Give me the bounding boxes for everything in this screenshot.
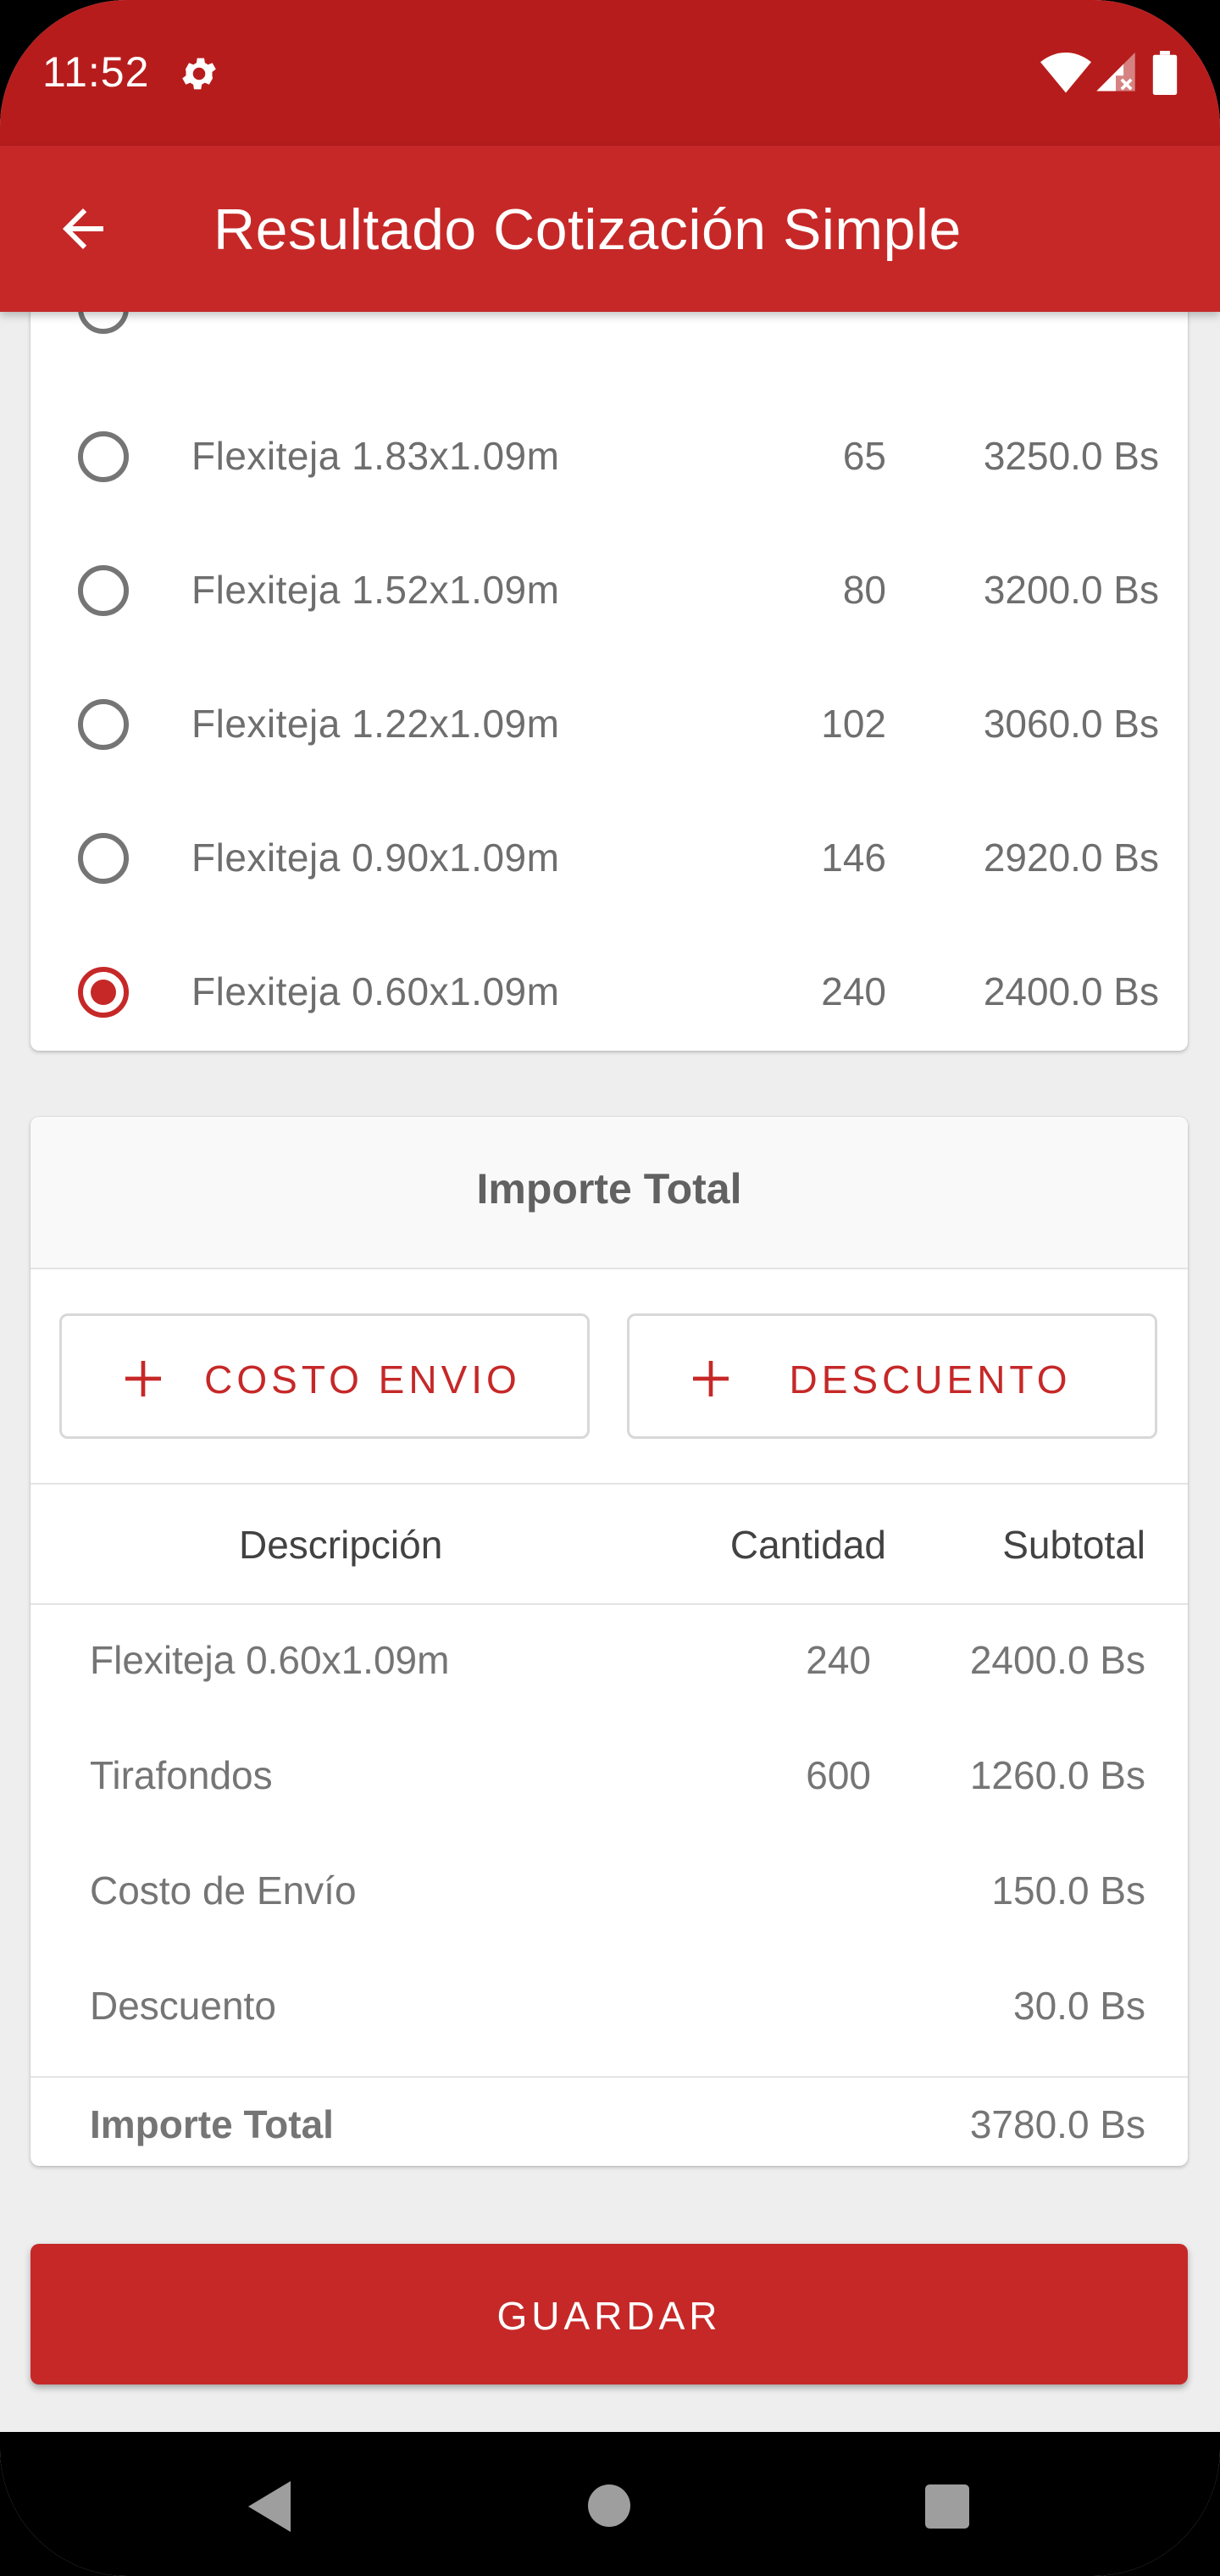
option-quantity: 102 [821, 702, 886, 746]
row-description: Tirafondos [90, 1753, 273, 1797]
option-price: 3060.0 Bs [983, 702, 1159, 746]
row-subtotal: 150.0 Bs [991, 1868, 1145, 1913]
total-card-title: Importe Total [476, 1165, 742, 1213]
save-button-label: GUARDAR [496, 2294, 722, 2338]
radio-button[interactable] [78, 565, 129, 616]
option-quantity: 146 [821, 836, 886, 880]
option-name: Flexiteja 1.22x1.09m [191, 702, 560, 746]
add-discount-button[interactable]: DESCUENTO [627, 1313, 1157, 1439]
device-screen: 11:52 Resultado Cotización Simple Flexit… [0, 0, 1220, 2576]
column-header-subtotal: Subtotal [1002, 1523, 1145, 1567]
add-shipping-label: COSTO ENVIO [204, 1357, 521, 1402]
option-price: 2920.0 Bs [983, 836, 1159, 880]
radio-button[interactable] [78, 833, 129, 884]
option-quantity: 65 [842, 434, 886, 478]
table-header: Descripción Cantidad Subtotal [30, 1483, 1188, 1605]
arrow-back-icon[interactable] [49, 198, 117, 259]
radio-button[interactable] [78, 312, 129, 334]
page-title: Resultado Cotización Simple [214, 197, 962, 262]
status-bar: 11:52 [0, 0, 1220, 146]
radio-button[interactable] [78, 699, 129, 750]
option-name: Flexiteja 1.83x1.09m [191, 434, 560, 478]
save-button[interactable]: GUARDAR [30, 2244, 1188, 2384]
column-header-quantity: Cantidad [729, 1523, 886, 1567]
add-shipping-button[interactable]: COSTO ENVIO [59, 1313, 590, 1439]
scroll-content[interactable]: Flexiteja 1.83x1.09m 65 3250.0 Bs Flexit… [0, 312, 1220, 2432]
table-row: Costo de Envío 150.0 Bs [30, 1832, 1188, 1947]
row-description: Descuento [90, 1984, 276, 2028]
table-row: Flexiteja 0.60x1.09m 240 2400.0 Bs [30, 1602, 1188, 1717]
settings-icon [182, 58, 216, 90]
option-name: Flexiteja 1.52x1.09m [191, 568, 560, 612]
option-name: Flexiteja 0.90x1.09m [191, 836, 560, 880]
status-time: 11:52 [42, 48, 150, 96]
table-row: Descuento 30.0 Bs [30, 1947, 1188, 2062]
row-subtotal: 30.0 Bs [1013, 1984, 1145, 2028]
option-quantity: 80 [842, 568, 886, 612]
app-bar: Resultado Cotización Simple [0, 146, 1220, 312]
total-label: Importe Total [90, 2102, 334, 2146]
wifi-icon [1040, 53, 1091, 93]
signal-icon [1096, 53, 1135, 92]
row-quantity: 600 [806, 1753, 871, 1797]
total-card: Importe Total COSTO ENVIO DESCUENTO Desc… [30, 1117, 1188, 2166]
option-price: 2400.0 Bs [983, 969, 1159, 1013]
row-description: Costo de Envío [90, 1868, 357, 1913]
row-quantity: 240 [806, 1638, 871, 1682]
total-row: Importe Total 3780.0 Bs [30, 2076, 1188, 2166]
option-row[interactable]: Flexiteja 1.22x1.09m 102 3060.0 Bs [30, 660, 1188, 794]
option-quantity: 240 [821, 969, 886, 1013]
total-value: 3780.0 Bs [969, 2102, 1145, 2146]
option-price: 3250.0 Bs [983, 434, 1159, 478]
option-row[interactable]: Flexiteja 1.83x1.09m 65 3250.0 Bs [30, 392, 1188, 526]
option-row[interactable]: Flexiteja 1.52x1.09m 80 3200.0 Bs [30, 526, 1188, 660]
battery-icon [1152, 51, 1178, 95]
row-subtotal: 1260.0 Bs [969, 1753, 1145, 1797]
option-row-selected[interactable]: Flexiteja 0.60x1.09m 240 2400.0 Bs [30, 928, 1188, 1051]
option-name: Flexiteja 0.60x1.09m [191, 969, 560, 1013]
radio-button[interactable] [78, 431, 129, 482]
options-card: Flexiteja 1.83x1.09m 65 3250.0 Bs Flexit… [30, 312, 1188, 1051]
nav-back-icon[interactable] [247, 2481, 291, 2532]
nav-home-icon[interactable] [588, 2484, 630, 2527]
option-row-partial [30, 312, 1188, 378]
row-description: Flexiteja 0.60x1.09m [90, 1638, 450, 1682]
row-subtotal: 2400.0 Bs [969, 1638, 1145, 1682]
column-header-description: Descripción [239, 1523, 443, 1567]
add-discount-label: DESCUENTO [789, 1357, 1072, 1402]
navigation-bar [0, 2432, 1220, 2576]
table-row: Tirafondos 600 1260.0 Bs [30, 1717, 1188, 1832]
option-row[interactable]: Flexiteja 0.90x1.09m 146 2920.0 Bs [30, 794, 1188, 928]
total-card-header: Importe Total [30, 1117, 1188, 1269]
option-price: 3200.0 Bs [983, 568, 1159, 612]
nav-recents-icon[interactable] [925, 2484, 969, 2529]
radio-button-checked[interactable] [78, 967, 129, 1018]
